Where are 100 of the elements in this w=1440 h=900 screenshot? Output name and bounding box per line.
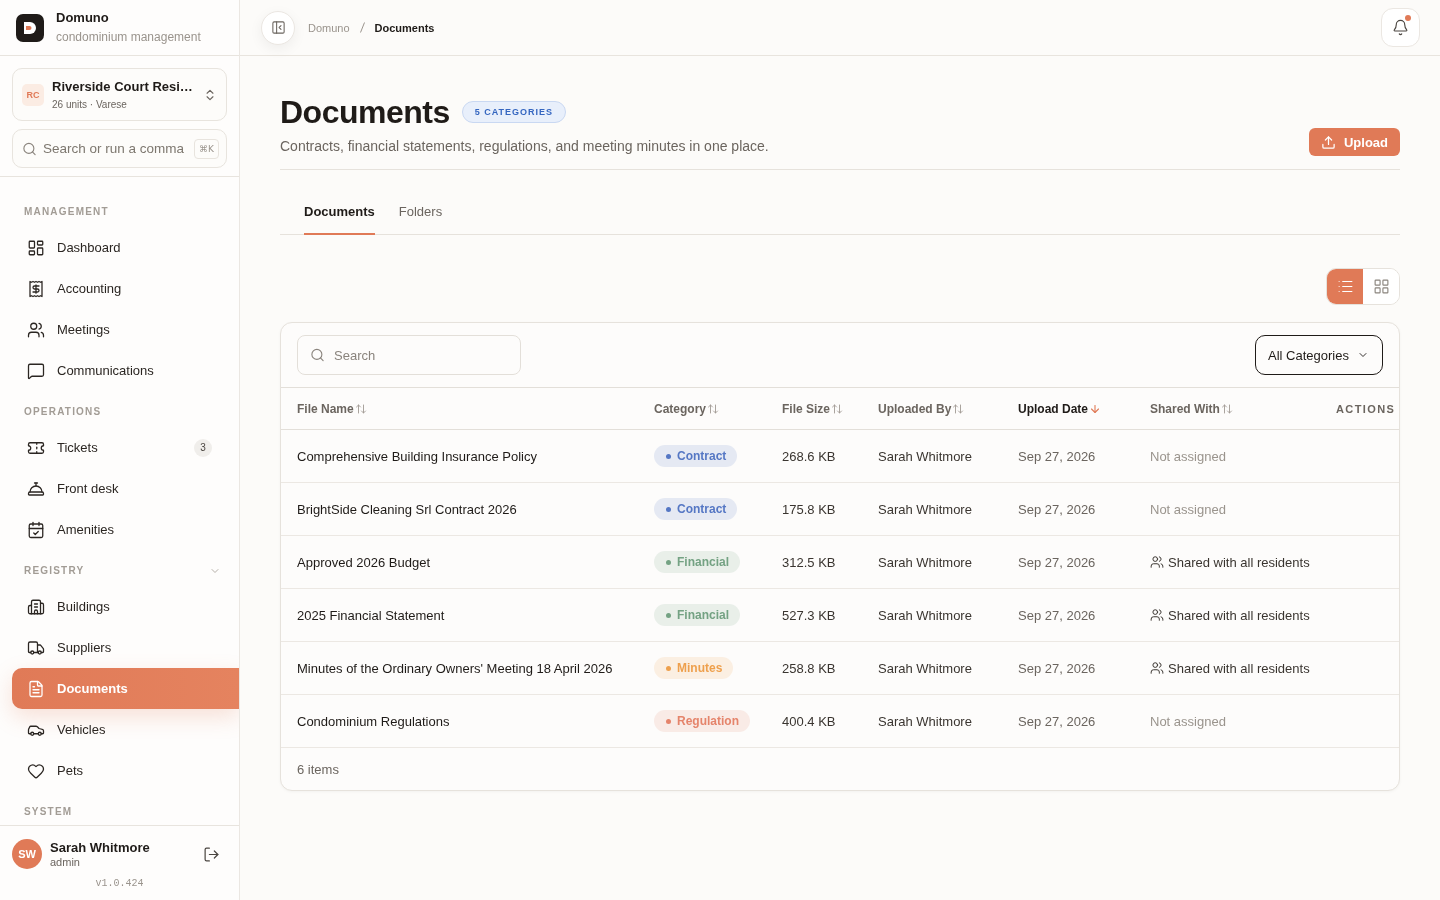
sidebar-item[interactable]: Dashboard [12,227,227,268]
sidebar-item[interactable]: Communications [12,350,227,391]
column-header[interactable]: Upload Date [1018,401,1101,416]
shared-with-cell: Not assigned [1150,501,1226,517]
sidebar-item[interactable]: Suppliers [12,627,227,668]
users-icon [1150,608,1164,622]
column-header[interactable]: Shared With [1150,401,1233,416]
truck-icon [27,638,45,657]
users-icon [27,320,45,339]
collapse-sidebar-button[interactable] [261,10,295,45]
users-icon [1150,661,1164,675]
category-label: Contract [677,502,727,517]
file-name-cell: Minutes of the Ordinary Owners' Meeting 18 April 2026 [297,660,613,676]
shared-with-cell: Not assigned [1150,448,1226,464]
building-icon [27,597,45,616]
logout-button[interactable] [203,845,220,863]
file-name-cell: 2025 Financial Statement [297,607,445,623]
upload-date-cell: Sep 27, 2026 [1018,501,1096,517]
uploader-cell: Sarah Whitmore [878,660,972,676]
user-avatar: SW [12,839,42,869]
category-label: Financial [677,555,729,570]
upload-date-cell: Sep 27, 2026 [1018,554,1096,570]
brand-name: Domuno [56,10,110,26]
file-name-cell: Comprehensive Building Insurance Policy [297,448,537,464]
breadcrumb-separator-icon [359,22,365,33]
calendar-check-icon [27,520,45,539]
grid-layout-icon [27,238,45,257]
notifications-button[interactable] [1381,8,1420,47]
user-role: admin [50,856,80,868]
chat-bubble-icon [27,361,45,380]
column-header[interactable]: File Size [782,401,844,416]
column-header[interactable]: File Name [297,401,367,416]
file-size-cell: 258.8 KB [782,660,836,676]
file-name-cell: BrightSide Cleaning Srl Contract 2026 [297,501,517,517]
logout-icon [203,845,220,863]
sidebar-item[interactable]: Accounting [12,268,227,309]
version-label: v1.0.424 [95,878,144,889]
document-icon [27,679,45,698]
property-name: Riverside Court Resi… [52,78,193,95]
user-name: Sarah Whitmore [50,840,150,855]
upload-date-cell: Sep 27, 2026 [1018,448,1096,464]
page-title: Documents [280,93,450,132]
file-size-cell: 400.4 KB [782,713,836,729]
search-icon [22,141,37,156]
list-icon [1336,278,1354,295]
category-filter-dropdown[interactable]: All Categories [1255,335,1383,375]
category-label: Minutes [677,661,723,676]
sidebar-item[interactable]: Front desk [12,468,227,509]
category-label: Financial [677,608,729,623]
shortcut-key: ⌘K [194,138,219,159]
sidebar-section-heading: REGISTRY [24,564,85,578]
category-label: Contract [677,449,727,464]
sidebar-item[interactable]: Buildings [12,586,227,627]
panel-left-icon [270,20,286,35]
bell-icon [1392,19,1409,36]
sidebar-item[interactable]: Meetings [12,309,227,350]
uploader-cell: Sarah Whitmore [878,713,972,729]
grid-icon [1372,278,1390,295]
users-icon [1150,555,1164,569]
file-name-cell: Approved 2026 Budget [297,554,430,570]
shared-with-cell: Shared with all residents [1168,554,1310,570]
upload-date-cell: Sep 27, 2026 [1018,713,1096,729]
sidebar-section-heading: SYSTEM [24,805,73,819]
sidebar-item[interactable]: Pets [12,750,227,791]
file-size-cell: 527.3 KB [782,607,836,623]
sidebar-item[interactable]: Vehicles [12,709,227,750]
upload-icon [1320,134,1336,150]
shared-with-cell: Shared with all residents [1168,660,1310,676]
heart-icon [27,761,45,780]
sidebar-section-heading: OPERATIONS [24,405,102,419]
file-size-cell: 175.8 KB [782,501,836,517]
count-badge: 3 [194,438,212,457]
property-details: 26 units · Varese [52,98,127,111]
property-initials: RC [22,83,44,106]
sidebar-item[interactable]: Tickets 3 [12,427,227,468]
categories-badge: 5 CATEGORIES [461,101,567,123]
upload-date-cell: Sep 27, 2026 [1018,660,1096,676]
item-count: 6 items [297,761,339,777]
view-toggle-button[interactable] [1327,269,1363,304]
uploader-cell: Sarah Whitmore [878,501,972,517]
file-name-cell: Condominium Regulations [297,713,450,729]
receipt-icon [27,279,45,298]
shared-with-cell: Shared with all residents [1168,607,1310,623]
property-switcher[interactable]: RC Riverside Court Resi… 26 units · Varese [12,68,227,121]
tab[interactable]: Folders [398,190,443,235]
upload-date-cell: Sep 27, 2026 [1018,607,1096,623]
uploader-cell: Sarah Whitmore [878,607,972,623]
shared-with-cell: Not assigned [1150,713,1226,729]
sidebar-item[interactable]: Amenities [12,509,227,550]
file-size-cell: 312.5 KB [782,554,836,570]
sidebar-section-heading: MANAGEMENT [24,205,109,219]
search-field[interactable]: Search [297,335,521,375]
breadcrumb-link[interactable]: Documents [374,21,435,34]
column-header[interactable]: Category [654,401,719,416]
brand-tagline: condominium management [56,30,201,45]
logo-icon [16,13,44,42]
uploader-cell: Sarah Whitmore [878,554,972,570]
search-icon [310,347,325,363]
tab[interactable]: Documents [304,190,375,235]
column-header[interactable]: Uploaded By [878,401,965,416]
